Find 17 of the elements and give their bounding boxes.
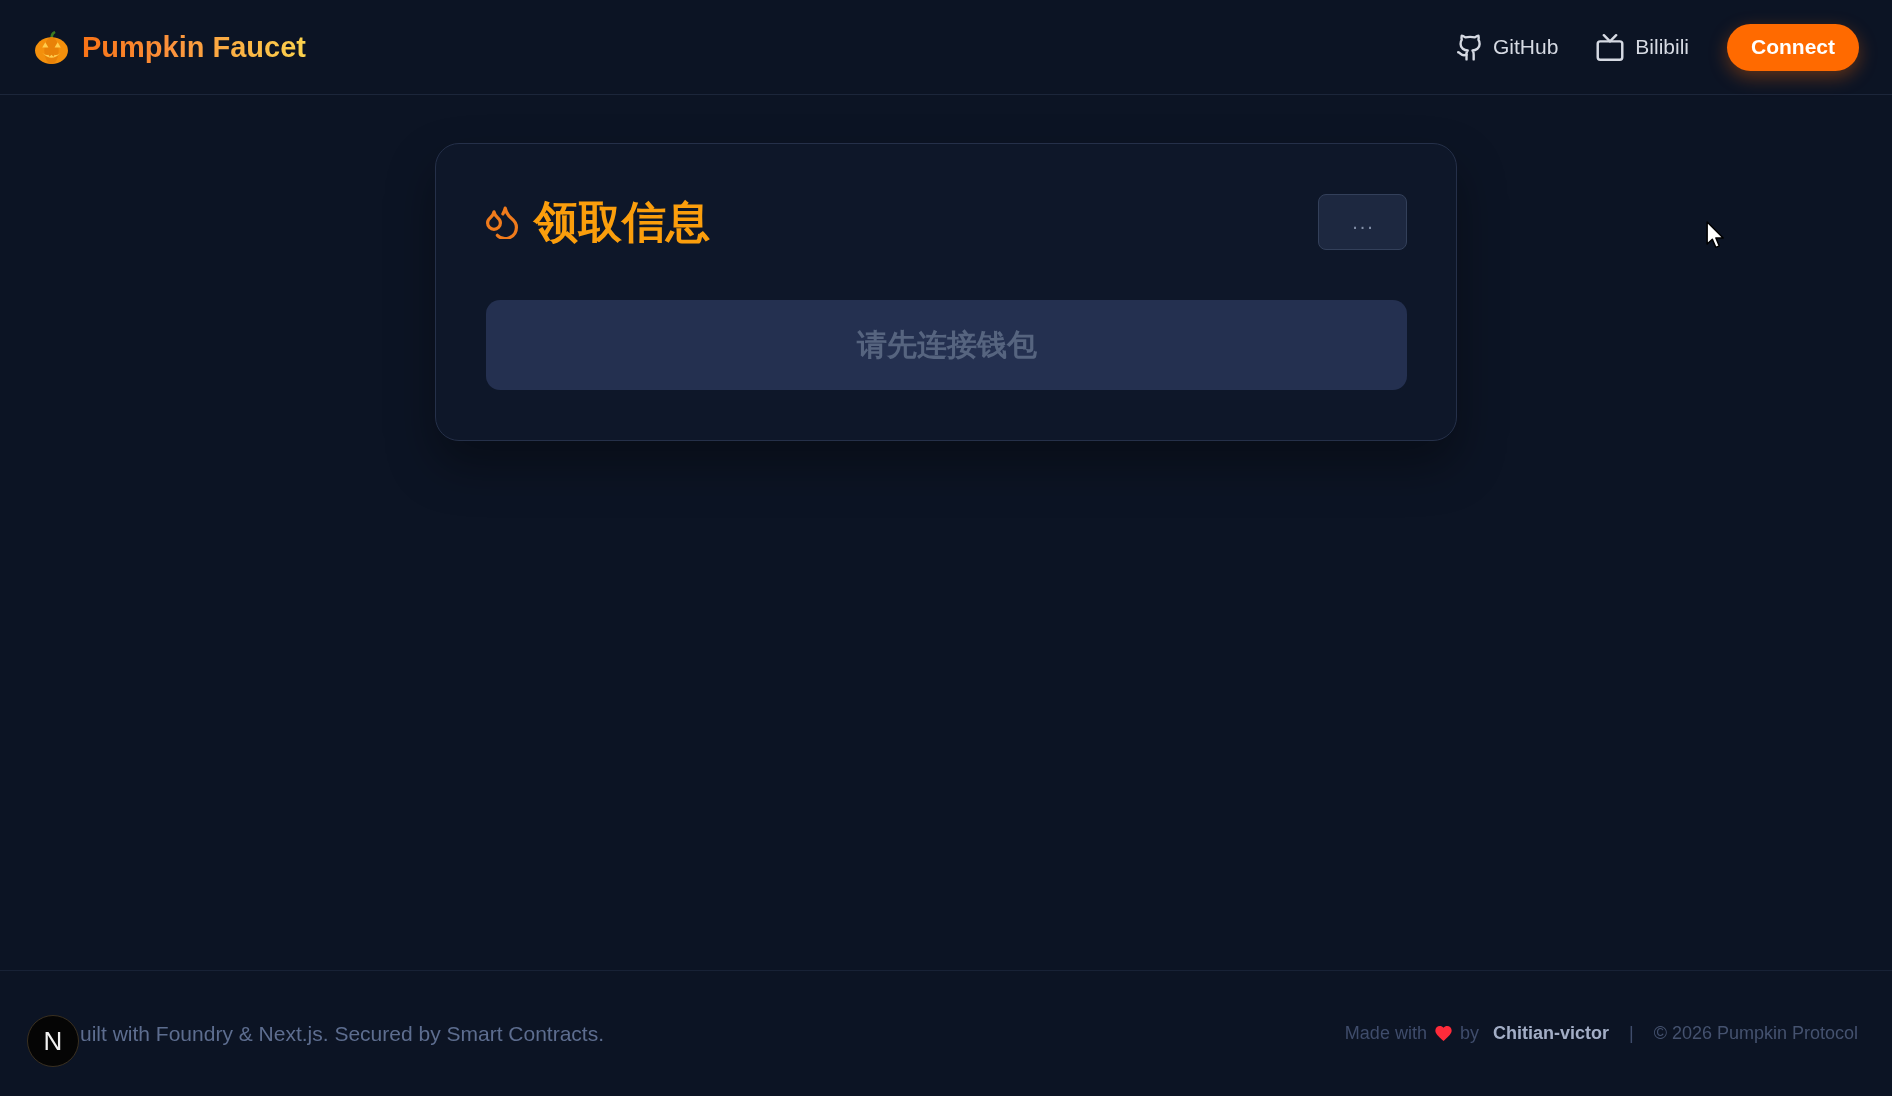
author-link[interactable]: Chitian-victor [1492,1023,1609,1044]
separator-text: | [1628,1023,1634,1044]
heart-icon [1434,1026,1452,1041]
pumpkin-icon [34,29,69,65]
nav-link[interactable]: Bilibili [1596,33,1689,61]
droplets-icon [486,205,518,239]
tv-icon [1596,33,1625,61]
card-title: 领取信息 [534,197,710,247]
mouse-pointer-icon [1706,221,1725,249]
by-text: by [1459,1023,1479,1044]
copyright-text: © 2026 Pumpkin Protocol [1653,1023,1858,1044]
more-button[interactable]: ... [1318,194,1407,250]
nav-link[interactable]: GitHub [1456,33,1559,61]
footer-text: uilt with Foundry & Next.js. Secured by Smart Contracts. [80,1021,605,1046]
made-with-text: Made with [1344,1023,1427,1044]
github-icon [1456,33,1482,61]
dev-badge[interactable]: N [27,1015,79,1067]
